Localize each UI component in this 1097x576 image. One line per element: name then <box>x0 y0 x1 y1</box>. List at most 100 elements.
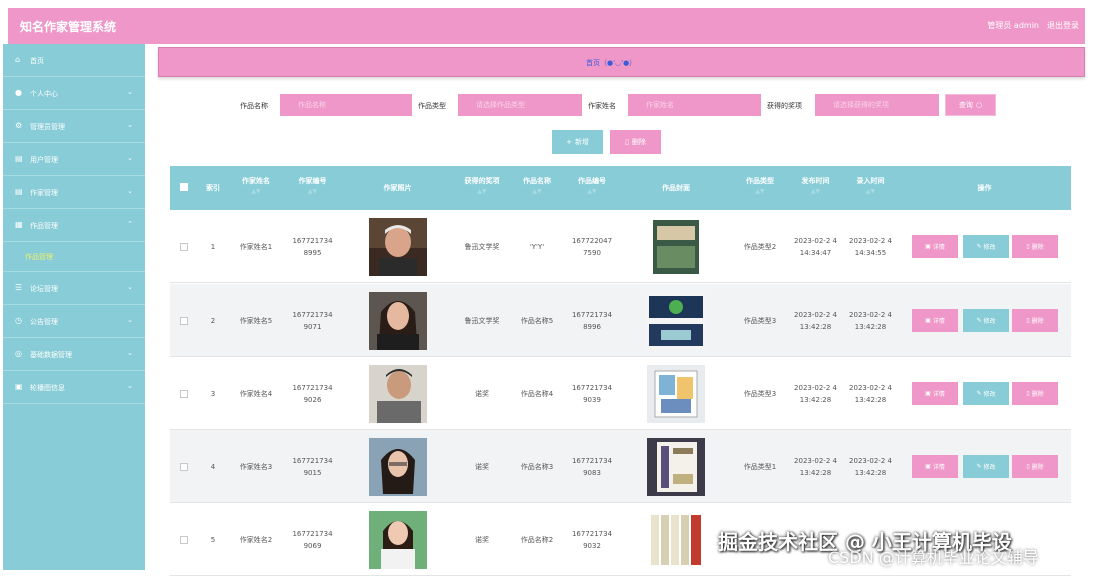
row-delete-button[interactable]: ▯ 删除 <box>1012 309 1058 332</box>
row-select-cell <box>170 503 198 576</box>
header-publish-time[interactable]: 发布时间 ▲▼ <box>788 166 843 210</box>
author-photo[interactable] <box>368 364 427 423</box>
work-name-label: 作品名称 <box>240 102 268 110</box>
edit-icon: ✎ <box>976 317 982 324</box>
cell-work-cover <box>620 357 732 430</box>
sidebar-item-base-data[interactable]: ◎ 基础数据管理 ⌄ <box>3 338 145 371</box>
edit-button[interactable]: ✎ 修改 <box>963 235 1009 258</box>
breadcrumb-home-link[interactable]: 首页（●'◡'●） <box>586 58 636 68</box>
sidebar-item-forum-manage[interactable]: ☰ 论坛管理 ⌄ <box>3 272 145 305</box>
detail-button[interactable]: ▣ 详情 <box>912 309 958 332</box>
author-photo[interactable] <box>368 217 427 276</box>
sidebar-item-label: 公告管理 <box>30 318 58 326</box>
header-work-type[interactable]: 作品类型 ▲▼ <box>732 166 788 210</box>
row-delete-button[interactable]: ▯ 删除 <box>1012 382 1058 405</box>
cell-publish-time: 2023-02-2 4 13:42:28 <box>794 310 837 331</box>
edit-label: 修改 <box>983 318 996 325</box>
query-button[interactable]: 查询 ○ <box>945 94 996 116</box>
trash-icon: ▯ <box>625 138 629 146</box>
pen-icon: ▤ <box>15 187 23 196</box>
row-checkbox[interactable] <box>180 535 188 544</box>
chevron-down-icon: ⌄ <box>127 349 133 357</box>
header-author-photo: 作家照片 <box>383 184 412 192</box>
work-cover-image[interactable] <box>647 364 705 423</box>
sidebar-item-user-manage[interactable]: ▤ 用户管理 ⌄ <box>3 143 145 176</box>
header-author-no[interactable]: 作家编号 ▲▼ <box>284 166 341 210</box>
delete-button[interactable]: ▯ 删除 <box>610 130 661 154</box>
query-button-label: 查询 <box>958 101 973 109</box>
edit-button[interactable]: ✎ 修改 <box>963 455 1009 478</box>
row-checkbox[interactable] <box>180 316 188 325</box>
author-photo[interactable] <box>368 291 427 350</box>
header-award[interactable]: 获得的奖项 ▲▼ <box>454 166 510 210</box>
add-button[interactable]: + 新增 <box>552 130 603 154</box>
cell-work-no: 167721734 9032 <box>571 529 613 550</box>
row-checkbox[interactable] <box>180 389 188 398</box>
sidebar-item-notice-manage[interactable]: ◷ 公告管理 ⌄ <box>3 305 145 338</box>
work-cover-image[interactable] <box>647 291 705 350</box>
sidebar-item-author-manage[interactable]: ▤ 作家管理 ⌄ <box>3 176 145 209</box>
cell-work-cover <box>620 284 732 357</box>
sidebar-item-personal-center[interactable]: ● 个人中心 ⌄ <box>3 77 145 110</box>
row-select-cell <box>170 357 198 430</box>
cell-award: 诺奖 <box>475 535 489 544</box>
work-cover-image[interactable] <box>647 510 705 569</box>
author-photo[interactable] <box>368 437 427 496</box>
detail-button[interactable]: ▣ 详情 <box>912 382 958 405</box>
author-name-input[interactable] <box>628 94 761 116</box>
sidebar-item-label: 用户管理 <box>30 156 58 164</box>
header-select-all[interactable] <box>170 166 198 210</box>
cell-author-photo <box>341 503 454 576</box>
detail-button[interactable]: ▣ 详情 <box>912 235 958 258</box>
sidebar-item-label: 管理员管理 <box>30 123 65 131</box>
work-cover-image[interactable] <box>647 217 705 276</box>
header-work-name[interactable]: 作品名称 ▲▼ <box>510 166 564 210</box>
sidebar-item-work-manage[interactable]: ▦ 作品管理 ⌃ <box>3 209 145 242</box>
row-delete-button[interactable]: ▯ 删除 <box>1012 235 1058 258</box>
cell-publish-time: 2023-02-2 4 13:42:28 <box>794 383 837 404</box>
cell-work-name: 作品名称4 <box>520 389 554 398</box>
row-checkbox[interactable] <box>180 242 188 251</box>
cell-work-no: 167721734 9039 <box>571 383 613 404</box>
chevron-down-icon: ⌄ <box>127 121 133 129</box>
edit-button[interactable]: ✎ 修改 <box>963 309 1009 332</box>
header-entry-time[interactable]: 录入时间 ▲▼ <box>843 166 898 210</box>
header-label: 作品名称 <box>523 177 551 185</box>
work-cover-image[interactable] <box>647 437 705 496</box>
cell-index: 5 <box>210 535 216 544</box>
edit-button[interactable]: ✎ 修改 <box>963 382 1009 405</box>
author-photo[interactable] <box>368 510 427 569</box>
header-label: 作品编号 <box>578 177 606 185</box>
work-name-input[interactable] <box>280 94 412 116</box>
header-author-name[interactable]: 作家姓名 ▲▼ <box>228 166 284 210</box>
current-user[interactable]: 管理员 admin <box>987 20 1039 31</box>
sidebar-item-admin-manage[interactable]: ⚙ 管理员管理 ⌄ <box>3 110 145 143</box>
logout-link[interactable]: 退出登录 <box>1047 20 1079 31</box>
select-all-checkbox[interactable] <box>180 183 188 191</box>
sidebar-item-carousel[interactable]: ▣ 轮播图信息 ⌄ <box>3 371 145 404</box>
cell-work-name: 作品名称5 <box>520 316 554 325</box>
carousel-icon: ▣ <box>15 382 23 391</box>
chevron-down-icon: ⌄ <box>127 88 133 96</box>
sidebar-item-label: 首页 <box>30 57 44 65</box>
cell-author-name: 作家姓名5 <box>239 316 273 325</box>
cell-work-name: 作品名称2 <box>520 535 554 544</box>
detail-button[interactable]: ▣ 详情 <box>912 455 958 478</box>
cell-author-no: 167721734 9069 <box>292 529 333 550</box>
sidebar-item-home[interactable]: ⌂ 首页 <box>3 44 145 77</box>
cell-work-type: 作品类型2 <box>743 242 777 251</box>
row-checkbox[interactable] <box>180 462 188 471</box>
cell-entry-time: 2023-02-2 4 14:34:55 <box>849 236 892 257</box>
header-operations: 操作 <box>977 184 992 192</box>
trash-icon: ▯ <box>1026 317 1030 324</box>
submenu-item-work-manage[interactable]: 作品管理 <box>3 242 145 272</box>
cell-entry-time: 2023-02-2 4 13:42:28 <box>849 310 892 331</box>
author-name-label: 作家姓名 <box>588 102 616 110</box>
users-icon: ▤ <box>15 154 23 163</box>
work-type-select[interactable] <box>458 94 582 116</box>
delete-button-label: 删除 <box>631 138 646 146</box>
award-select[interactable] <box>815 94 939 116</box>
cell-author-no: 167721734 9015 <box>292 456 333 477</box>
row-delete-button[interactable]: ▯ 删除 <box>1012 455 1058 478</box>
header-work-no[interactable]: 作品编号 ▲▼ <box>564 166 620 210</box>
